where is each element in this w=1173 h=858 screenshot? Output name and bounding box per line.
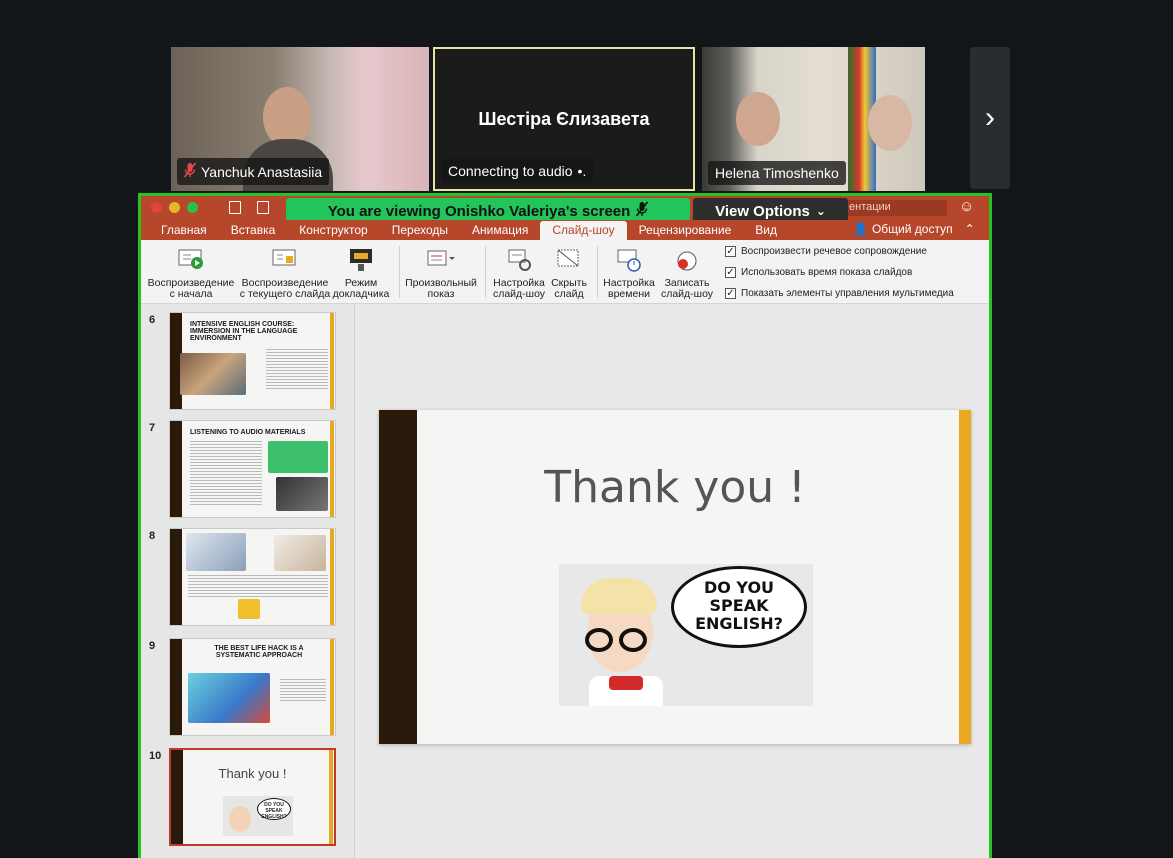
slide-image [180, 353, 246, 395]
play-from-current-button[interactable]: Воспроизведение с текущего слайда [237, 246, 333, 300]
participant-tile-yanchuk[interactable]: Yanchuk Anastasiia [171, 47, 429, 191]
slide-thumbnail-9[interactable]: THE BEST LIFE HACK IS A SYSTEMATIC APPRO… [169, 638, 336, 736]
setup-slideshow-button[interactable]: Настройка слайд-шоу [489, 246, 549, 300]
slide-image [186, 533, 246, 571]
slideshow-toolbar: Воспроизведение с начала Воспроизведение с… [141, 240, 989, 304]
participant-video [736, 92, 780, 146]
setup-slideshow-icon [504, 246, 534, 274]
participant-video [263, 87, 311, 147]
slide-image: DO YOU SPEAK ENGLISH? [223, 796, 293, 836]
next-page-button[interactable]: › [970, 47, 1010, 189]
slide-wave-decoration [379, 410, 417, 744]
tab-view[interactable]: Вид [743, 223, 789, 240]
presenter-mode-button[interactable]: Режим докладчика [329, 246, 393, 300]
slide-title[interactable]: Thank you ! [379, 462, 971, 513]
tab-transitions[interactable]: Переходы [380, 223, 460, 240]
audio-status-label: Connecting to audio •. [441, 159, 594, 183]
presenter-icon [346, 246, 376, 274]
participant-tile-shestira[interactable]: Шестіра Єлизавета Connecting to audio •. [433, 47, 695, 191]
slide-editor[interactable]: Thank you ! DO YOU SPEAK ENGLISH? [355, 304, 989, 858]
tab-review[interactable]: Рецензирование [627, 223, 744, 240]
close-window-icon[interactable] [151, 202, 162, 213]
tab-animation[interactable]: Анимация [460, 223, 540, 240]
muted-mic-icon [636, 201, 649, 221]
timer-icon [614, 246, 644, 274]
participant-name-label: Yanchuk Anastasiia [177, 158, 330, 185]
slide-accent-bar [959, 410, 971, 744]
tab-design[interactable]: Конструктор [287, 223, 379, 240]
checkbox-timings[interactable]: ✓ Использовать время показа слайдов [725, 267, 912, 278]
slide-image [238, 599, 260, 619]
speech-bubble: DO YOU SPEAK ENGLISH? [671, 566, 807, 648]
slide-thumbnails-pane: 6 INTENSIVE ENGLISH COURSE: IMMERSION IN… [141, 304, 355, 858]
participant-name-label: Helena Timoshenko [708, 161, 846, 185]
custom-show-button[interactable]: Произвольный показ [403, 246, 479, 300]
checkmark-icon: ✓ [725, 246, 736, 257]
save-icon[interactable] [257, 201, 269, 214]
tab-insert[interactable]: Вставка [219, 223, 288, 240]
record-icon [672, 246, 702, 274]
share-access-button[interactable]: 👤 Общий доступ ⌃ [853, 222, 975, 236]
sidebar-toggle-icon[interactable] [229, 201, 241, 214]
chevron-up-icon: ⌃ [964, 222, 975, 236]
muted-mic-icon [183, 162, 197, 181]
slide-image [276, 477, 328, 511]
loading-dots-icon: •. [577, 163, 587, 179]
current-slide[interactable]: Thank you ! DO YOU SPEAK ENGLISH? [379, 410, 971, 744]
checkbox-media-controls[interactable]: ✓ Показать элементы управления мультимеди… [725, 288, 954, 299]
chevron-right-icon: › [985, 101, 995, 134]
slide-image [188, 673, 270, 723]
zoom-window-icon[interactable] [187, 202, 198, 213]
participant-display-name: Шестіра Єлизавета [478, 109, 650, 129]
slide-image[interactable]: DO YOU SPEAK ENGLISH? [559, 564, 813, 706]
checkbox-narration[interactable]: ✓ Воспроизвести речевое сопровождение [725, 246, 927, 257]
search-field[interactable]: ентации [845, 200, 947, 216]
custom-show-icon [426, 246, 456, 274]
hide-slide-button[interactable]: Скрыть слайд [547, 246, 591, 300]
add-person-icon: 👤 [853, 222, 868, 236]
checkmark-icon: ✓ [725, 267, 736, 278]
slide-thumbnail-8[interactable] [169, 528, 336, 626]
slide-image [274, 535, 326, 571]
chevron-down-icon: ⌄ [815, 204, 826, 218]
play-from-start-icon [176, 246, 206, 274]
tab-slideshow[interactable]: Слайд-шоу [540, 221, 627, 240]
record-slideshow-button[interactable]: Записать слайд-шоу [657, 246, 717, 300]
play-from-current-icon [270, 246, 300, 274]
slide-thumbnail-7[interactable]: LISTENING TO AUDIO MATERIALS [169, 420, 336, 518]
slide-thumbnail-10[interactable]: Thank you ! DO YOU SPEAK ENGLISH? [169, 748, 336, 846]
checkmark-icon: ✓ [725, 288, 736, 299]
shared-screen: ентации ☺ You are viewing Onishko Valeri… [138, 193, 992, 858]
slide-thumbnail-6[interactable]: INTENSIVE ENGLISH COURSE: IMMERSION IN T… [169, 312, 336, 410]
tab-home[interactable]: Главная [149, 223, 219, 240]
rehearse-timings-button[interactable]: Настройка времени [601, 246, 657, 300]
emoji-icon[interactable]: ☺ [959, 198, 974, 215]
minimize-window-icon[interactable] [169, 202, 180, 213]
hide-slide-icon [554, 246, 584, 274]
participant-video [868, 95, 912, 151]
participant-tile-helena[interactable]: Helena Timoshenko [702, 47, 925, 191]
play-from-start-button[interactable]: Воспроизведение с начала [147, 246, 235, 300]
slide-image [268, 441, 328, 473]
